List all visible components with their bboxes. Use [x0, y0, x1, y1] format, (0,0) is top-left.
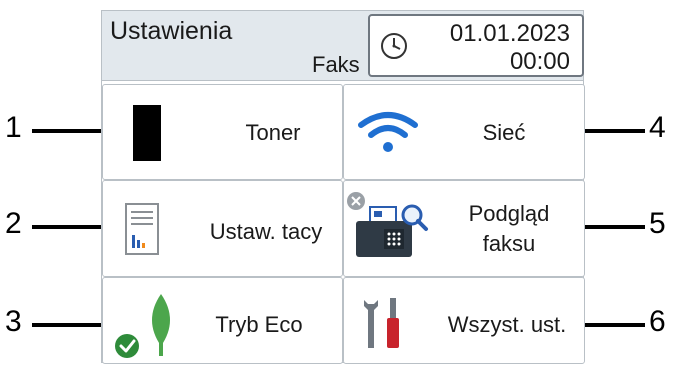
screen-title: Ustawienia — [110, 17, 233, 45]
tile-all-settings-label: Wszyst. ust. — [447, 312, 567, 337]
callout-number-6: 6 — [649, 305, 666, 338]
tile-fax-preview[interactable]: Podgląd faksu — [343, 180, 585, 277]
callout-number-1: 1 — [5, 111, 22, 144]
fax-preview-icon — [347, 192, 428, 257]
callout-number-3: 3 — [5, 305, 22, 338]
callout-number-5: 5 — [649, 207, 666, 240]
tile-toner[interactable]: Toner — [102, 84, 343, 180]
time-display: 00:00 — [509, 48, 570, 75]
tools-icon — [364, 298, 399, 348]
settings-screen: Ustawienia Faks 01.01.2023 00:00 Toner S… — [101, 10, 585, 364]
tile-toner-label: Toner — [245, 120, 301, 145]
tile-fax-preview-label-line1: Podgląd — [468, 201, 550, 226]
tray-settings-icon — [125, 203, 159, 255]
header-bar: Ustawienia Faks 01.01.2023 00:00 — [102, 11, 584, 81]
mode-label: Faks — [312, 52, 360, 77]
tile-eco-mode[interactable]: Tryb Eco — [102, 277, 343, 364]
tile-tray-settings[interactable]: Ustaw. tacy — [102, 180, 343, 277]
tile-tray-settings-label: Ustaw. tacy — [209, 219, 323, 244]
eco-leaf-icon — [115, 294, 170, 358]
date-display: 01.01.2023 — [449, 20, 570, 47]
tile-network-label: Sieć — [482, 120, 526, 145]
callout-number-4: 4 — [649, 111, 666, 144]
tile-network[interactable]: Sieć — [343, 84, 585, 180]
wifi-icon — [358, 112, 418, 152]
date-time-button[interactable]: 01.01.2023 00:00 — [368, 14, 584, 77]
tile-all-settings[interactable]: Wszyst. ust. — [343, 277, 585, 364]
tile-fax-preview-label: Podgląd faksu — [444, 199, 574, 259]
toner-cartridge-icon — [133, 105, 161, 161]
callout-number-2: 2 — [5, 207, 22, 240]
tile-eco-mode-label: Tryb Eco — [215, 312, 303, 337]
tile-fax-preview-label-line2: faksu — [482, 231, 536, 256]
clock-icon — [381, 33, 407, 59]
